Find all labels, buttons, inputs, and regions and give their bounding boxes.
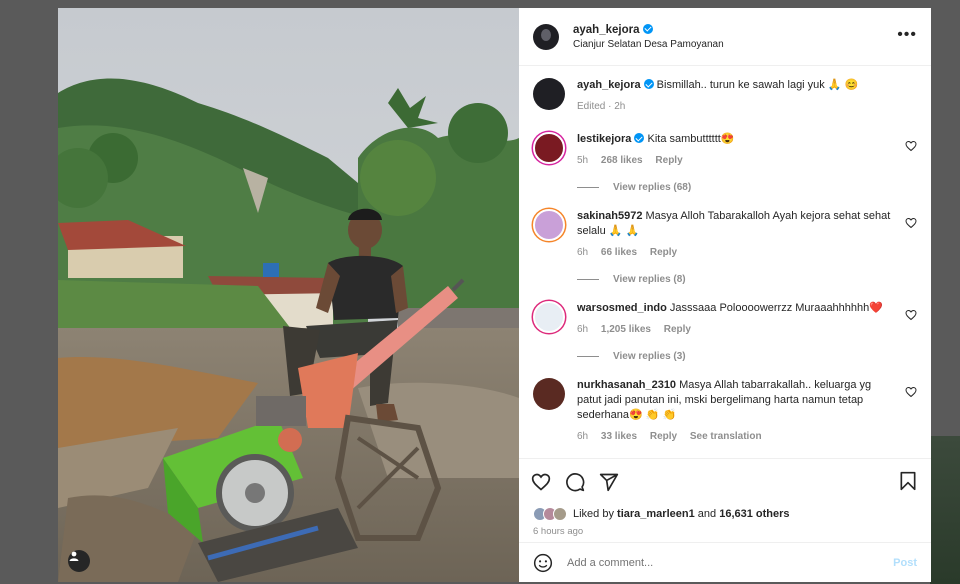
comment-time: 6h bbox=[577, 247, 589, 258]
background-strip bbox=[930, 436, 960, 584]
comment-text: Kita sambutttttt😍 bbox=[647, 133, 735, 145]
comment-time: 6h bbox=[577, 431, 589, 442]
comment-username[interactable]: sakinah5972 bbox=[577, 210, 642, 222]
liker-username[interactable]: tiara_marleen1 bbox=[617, 508, 695, 520]
comment-item: lestikejora Kita sambutttttt😍 5h 268 lik… bbox=[533, 132, 917, 168]
post-photo[interactable] bbox=[58, 8, 519, 582]
heart-icon[interactable] bbox=[905, 217, 917, 229]
comment-time: 5h bbox=[577, 155, 589, 166]
comment-input[interactable] bbox=[567, 556, 894, 569]
comment-likes[interactable]: 1,205 likes bbox=[601, 324, 651, 335]
liker-avatar bbox=[553, 507, 567, 521]
post-header: ayah_kejora Cianjur Selatan Desa Pamoyan… bbox=[519, 8, 931, 66]
comments-list[interactable]: ayah_kejora Bismillah.. turun ke sawah l… bbox=[519, 66, 931, 458]
comment-likes[interactable]: 268 likes bbox=[601, 155, 643, 166]
post-location[interactable]: Cianjur Selatan Desa Pamoyanan bbox=[573, 39, 724, 50]
caption-avatar[interactable] bbox=[533, 78, 565, 110]
author-username[interactable]: ayah_kejora bbox=[573, 24, 640, 36]
comment-avatar[interactable] bbox=[533, 301, 565, 333]
caption: ayah_kejora Bismillah.. turun ke sawah l… bbox=[533, 78, 917, 114]
caption-meta: Edited · 2h bbox=[577, 101, 626, 112]
tag-user-icon[interactable] bbox=[68, 550, 90, 572]
bookmark-icon[interactable] bbox=[899, 471, 917, 491]
view-replies-button[interactable]: View replies (8) bbox=[577, 274, 917, 285]
comment-icon[interactable] bbox=[565, 472, 585, 492]
comment-time: 6h bbox=[577, 324, 589, 335]
likes-prefix: Liked by bbox=[573, 508, 614, 520]
verified-badge-icon bbox=[643, 79, 654, 89]
author-avatar[interactable] bbox=[533, 23, 559, 50]
verified-badge-icon bbox=[642, 23, 653, 34]
verified-badge-icon bbox=[634, 133, 645, 143]
caption-username[interactable]: ayah_kejora bbox=[577, 79, 641, 91]
comment-item: sakinah5972 Masya Alloh Tabarakalloh Aya… bbox=[533, 209, 917, 260]
reply-button[interactable]: Reply bbox=[664, 324, 691, 335]
heart-icon[interactable] bbox=[531, 472, 551, 492]
post-time: 6 hours ago bbox=[533, 526, 584, 537]
likes-others[interactable]: 16,631 others bbox=[719, 508, 789, 520]
reply-button[interactable]: Reply bbox=[650, 431, 677, 442]
comment-text: Jasssaaa Poloooowerrzz Muraaahhhhhh❤️ bbox=[669, 302, 883, 314]
comment-username[interactable]: lestikejora bbox=[577, 133, 631, 145]
add-comment-bar: Post bbox=[519, 542, 931, 582]
comment-item: nurkhasanah_2310 Masya Allah tabarrakall… bbox=[533, 378, 917, 444]
comment-likes[interactable]: 66 likes bbox=[601, 247, 637, 258]
post-modal: ayah_kejora Cianjur Selatan Desa Pamoyan… bbox=[58, 8, 931, 582]
more-options-icon[interactable]: ••• bbox=[897, 27, 917, 43]
reply-button[interactable]: Reply bbox=[650, 247, 677, 258]
emoji-icon[interactable] bbox=[533, 553, 553, 573]
post-actions bbox=[519, 458, 931, 504]
view-replies-button[interactable]: View replies (3) bbox=[577, 351, 917, 362]
reply-button[interactable]: Reply bbox=[655, 155, 682, 166]
comments-panel: ayah_kejora Cianjur Selatan Desa Pamoyan… bbox=[519, 8, 931, 582]
see-translation-button[interactable]: See translation bbox=[690, 431, 762, 442]
comment-avatar[interactable] bbox=[533, 209, 565, 241]
likes-and: and bbox=[697, 508, 717, 520]
share-icon[interactable] bbox=[599, 472, 619, 492]
caption-text: Bismillah.. turun ke sawah lagi yuk 🙏 😊 bbox=[656, 79, 859, 91]
heart-icon[interactable] bbox=[905, 386, 917, 398]
view-replies-button[interactable]: View replies (68) bbox=[577, 182, 917, 193]
photo-illustration bbox=[58, 8, 519, 582]
heart-icon[interactable] bbox=[905, 309, 917, 321]
comment-avatar[interactable] bbox=[533, 378, 565, 410]
heart-icon[interactable] bbox=[905, 140, 917, 152]
comment-item: warsosmed_indo Jasssaaa Poloooowerrzz Mu… bbox=[533, 301, 917, 337]
post-button[interactable]: Post bbox=[893, 557, 917, 569]
comment-username[interactable]: warsosmed_indo bbox=[577, 302, 667, 314]
likes-summary[interactable]: Liked by tiara_marleen1 and 16,631 other… bbox=[519, 504, 931, 524]
comment-likes[interactable]: 33 likes bbox=[601, 431, 637, 442]
comment-avatar[interactable] bbox=[533, 132, 565, 164]
comment-username[interactable]: nurkhasanah_2310 bbox=[577, 379, 676, 391]
